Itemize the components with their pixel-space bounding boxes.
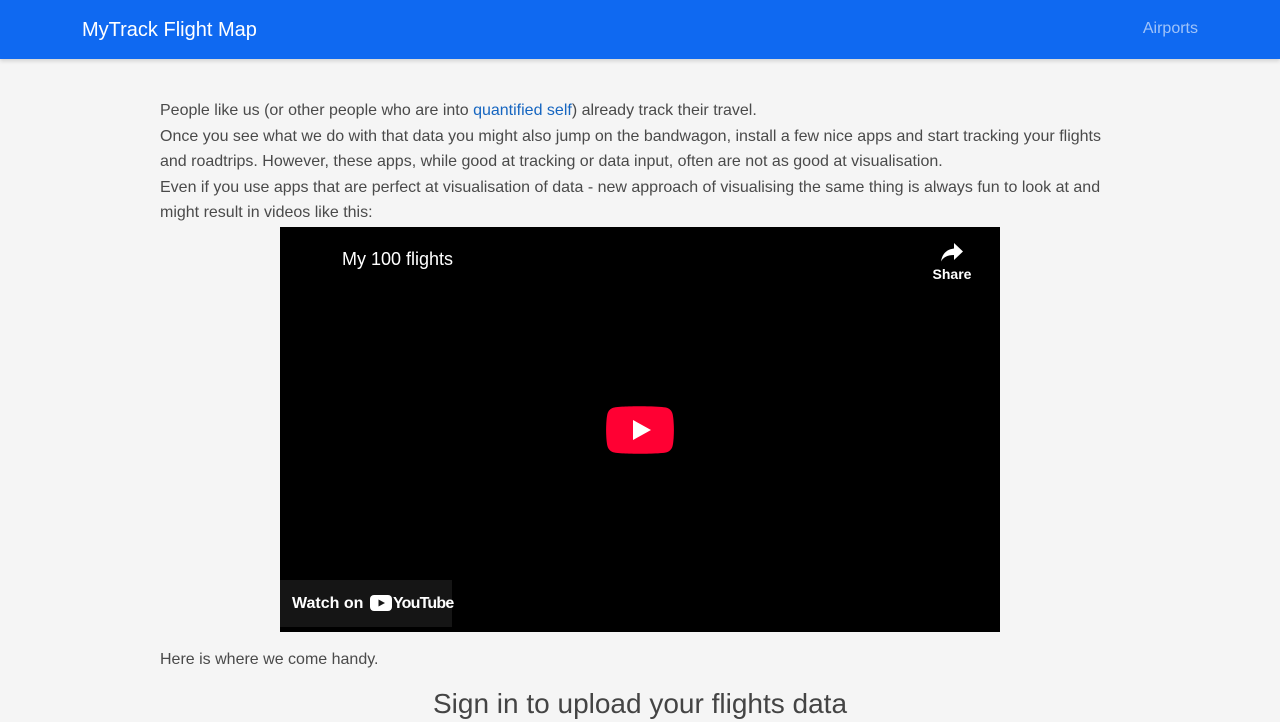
- video-title[interactable]: My 100 flights: [342, 247, 453, 271]
- share-button[interactable]: Share: [932, 241, 972, 283]
- quantified-self-link[interactable]: quantified self: [473, 102, 572, 119]
- youtube-wordmark: YouTube: [393, 595, 454, 612]
- top-navbar: MyTrack Flight Map Airports: [0, 0, 1280, 59]
- intro-paragraph: People like us (or other people who are …: [160, 98, 1120, 226]
- share-label: Share: [932, 266, 972, 282]
- signin-heading: Sign in to upload your flights data: [432, 688, 848, 719]
- watch-on-youtube-button[interactable]: Watch on YouTube: [280, 580, 454, 627]
- intro-line1-before: People like us (or other people who are …: [160, 102, 474, 119]
- share-arrow-icon: [941, 243, 963, 262]
- nav-link-airports[interactable]: Airports: [1143, 19, 1198, 39]
- handy-text: Here is where we come handy.: [160, 651, 379, 668]
- main-content: People like us (or other people who are …: [160, 98, 1120, 719]
- youtube-video-embed[interactable]: My 100 flights Share Watch on YouTube: [280, 227, 1000, 632]
- intro-line3: Even if you use apps that are perfect at…: [160, 178, 1101, 222]
- watch-on-label: Watch on: [292, 595, 364, 612]
- play-button-icon[interactable]: [606, 406, 674, 454]
- youtube-logo-icon: [370, 595, 392, 611]
- brand-link[interactable]: MyTrack Flight Map: [82, 17, 257, 43]
- intro-line1-after: ) already track their travel.: [571, 102, 757, 119]
- intro-line2: Once you see what we do with that data y…: [160, 127, 1101, 171]
